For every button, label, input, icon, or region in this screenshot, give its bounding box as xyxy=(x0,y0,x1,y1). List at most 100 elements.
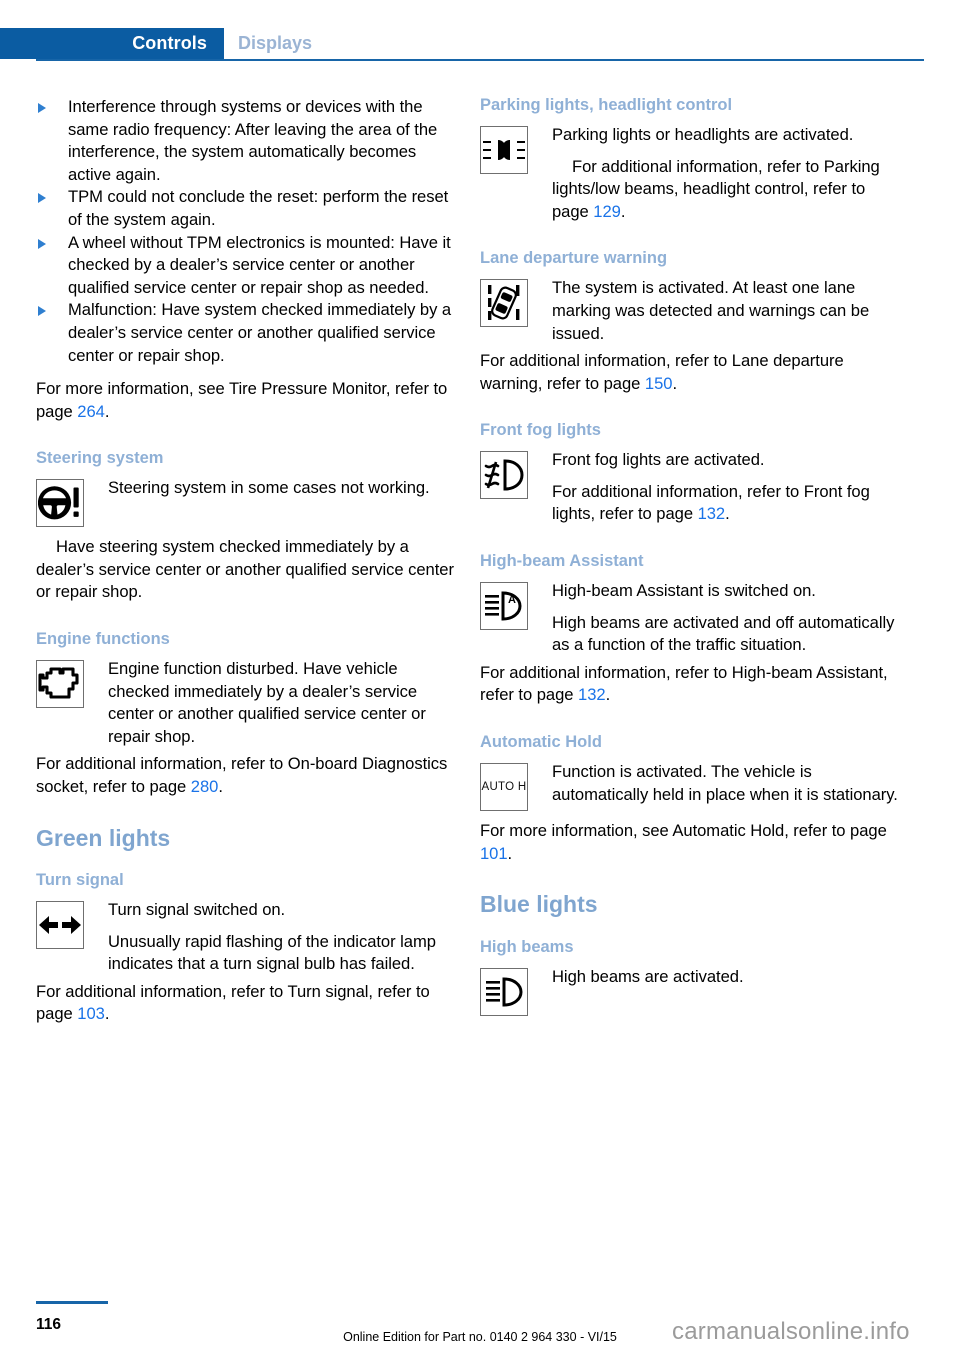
page-reference-link[interactable]: 280 xyxy=(191,777,219,796)
svg-text:A: A xyxy=(508,594,516,606)
auto-hold-icon: AUTO H xyxy=(480,762,528,811)
auto-hold-note-suffix: . xyxy=(507,843,513,863)
page-reference-link[interactable]: 132 xyxy=(578,685,606,704)
front-fog-lights-text: Front fog lights are activated. For addi… xyxy=(552,449,900,526)
page-reference-link[interactable]: 132 xyxy=(698,504,726,523)
auto-hold-note-prefix: For more information, see Automatic Hold… xyxy=(480,820,887,840)
lane-departure-text: The system is activated. At least one la… xyxy=(552,277,900,345)
steering-line-1: Steering system in some cases not workin… xyxy=(108,478,430,498)
page-header: Controls Displays xyxy=(0,28,960,61)
heading-blue-lights: Blue lights xyxy=(480,891,598,918)
list-item-text: TPM could not conclude the reset: perfor… xyxy=(68,187,449,229)
high-beam-icon xyxy=(480,967,528,1016)
parking-lights-block: Parking lights or headlights are activat… xyxy=(480,124,900,223)
turn-signal-block: Turn signal switched on. Unusually rapid… xyxy=(36,899,456,976)
front-fog-note-suffix: . xyxy=(725,504,730,524)
check-engine-icon xyxy=(36,660,84,709)
high-beam-assistant-line-1: High-beam Assistant is switched on. xyxy=(552,581,816,600)
lane-departure-block: The system is activated. At least one la… xyxy=(480,277,900,345)
engine-functions-block: Engine function disturbed. Have vehicle … xyxy=(36,658,456,748)
list-item-text: Interference through systems or devices … xyxy=(68,97,438,184)
page-reference-link[interactable]: 101 xyxy=(480,844,508,863)
triangle-bullet-icon xyxy=(38,306,46,317)
heading-high-beam-assistant: High-beam Assistant xyxy=(480,552,644,571)
front-fog-lights-block: Front fog lights are activated. For addi… xyxy=(480,449,900,526)
automatic-hold-line-1: Function is activated. The vehicle is au… xyxy=(552,761,898,804)
footer-divider xyxy=(36,1301,108,1304)
automatic-hold-reference-note: For more information, see Automatic Hold… xyxy=(480,820,900,865)
list-item: Interference through systems or devices … xyxy=(36,96,456,186)
high-beam-assistant-text: High-beam Assistant is switched on. High… xyxy=(552,580,900,657)
high-beam-assistant-line-2: High beams are activated and off automat… xyxy=(552,612,895,655)
engine-line-1: Engine function disturbed. Have vehicle … xyxy=(108,659,426,746)
high-beams-line-1: High beams are activated. xyxy=(552,966,744,986)
page-reference-link[interactable]: 103 xyxy=(77,1004,105,1023)
front-fog-light-icon xyxy=(480,451,528,500)
high-beam-assistant-icon: A xyxy=(480,582,528,630)
turn-signal-arrows-icon xyxy=(36,901,84,949)
parking-lights-icon xyxy=(480,125,528,174)
automatic-hold-text: Function is activated. The vehicle is au… xyxy=(552,761,900,806)
lane-departure-reference-note: For additional information, refer to Lan… xyxy=(480,350,900,395)
triangle-bullet-icon xyxy=(38,103,46,113)
heading-front-fog-lights: Front fog lights xyxy=(480,421,601,440)
page-reference-link[interactable]: 129 xyxy=(593,202,621,221)
list-item-text: Malfunction: Have system checked immedia… xyxy=(68,300,452,365)
hba-note-suffix: . xyxy=(605,685,611,705)
steering-wheel-warning-icon xyxy=(36,479,84,528)
steering-system-block: Steering system in some cases not workin… xyxy=(36,477,456,531)
front-fog-line-1: Front fog lights are activated. xyxy=(552,450,765,470)
list-item: TPM could not conclude the reset: perfor… xyxy=(36,186,456,231)
automatic-hold-block: AUTO H Function is activated. The vehicl… xyxy=(480,761,900,815)
turn-signal-line-1: Turn signal switched on. xyxy=(108,900,286,919)
tpm-reference-note: For more information, see Tire Pressure … xyxy=(36,378,456,423)
heading-high-beams: High beams xyxy=(480,937,574,956)
steering-line-2: Have steering system checked immediately… xyxy=(36,537,454,602)
tab-controls[interactable]: Controls xyxy=(0,28,224,59)
heading-parking-lights: Parking lights, headlight control xyxy=(480,96,733,114)
hba-note-prefix: For additional information, refer to Hig… xyxy=(480,662,888,705)
header-divider xyxy=(36,59,924,61)
turn-signal-text: Turn signal switched on. Unusually rapid… xyxy=(108,899,456,976)
heading-engine-functions: Engine functions xyxy=(36,630,170,649)
lane-departure-warning-icon xyxy=(480,279,528,328)
right-column: Parking lights, headlight control Parkin… xyxy=(480,96,900,1020)
site-watermark: carmanualsonline.info xyxy=(672,1318,910,1345)
lane-departure-line-1: The system is activated. At least one la… xyxy=(552,278,870,343)
heading-automatic-hold: Automatic Hold xyxy=(480,732,602,751)
parking-lights-note-suffix: . xyxy=(620,201,626,221)
parking-lights-line-2: For additional information, refer to Par… xyxy=(552,156,900,224)
page-reference-link[interactable]: 264 xyxy=(77,402,105,421)
engine-reference-note: For additional information, refer to On-… xyxy=(36,753,456,798)
list-item: A wheel without TPM electronics is mount… xyxy=(36,232,456,300)
steering-system-text: Steering system in some cases not workin… xyxy=(108,477,456,500)
heading-steering-system: Steering system xyxy=(36,449,164,468)
turn-signal-reference-note: For additional information, refer to Tur… xyxy=(36,981,456,1026)
high-beam-assistant-reference-note: For additional information, refer to Hig… xyxy=(480,662,900,707)
high-beam-assistant-block: A High-beam Assistant is switched on. Hi… xyxy=(480,580,900,657)
heading-green-lights: Green lights xyxy=(36,824,171,851)
high-beams-text: High beams are activated. xyxy=(552,966,900,989)
front-fog-line-2: For additional information, refer to Fro… xyxy=(552,481,900,526)
triangle-bullet-icon xyxy=(38,193,46,204)
parking-lights-text: Parking lights or headlights are activat… xyxy=(552,124,900,223)
engine-note-suffix: . xyxy=(218,777,223,796)
engine-note-prefix: For additional information, refer to On-… xyxy=(36,754,448,796)
heading-turn-signal: Turn signal xyxy=(36,871,124,890)
turn-signal-note-suffix: . xyxy=(104,1004,110,1024)
triangle-bullet-icon xyxy=(38,238,46,249)
lane-departure-note-suffix: . xyxy=(672,373,677,393)
list-item: Malfunction: Have system checked immedia… xyxy=(36,299,456,367)
heading-lane-departure-warning: Lane departure warning xyxy=(480,249,668,268)
tpm-note-suffix: . xyxy=(104,401,110,421)
list-item-text: A wheel without TPM electronics is mount… xyxy=(68,232,451,297)
engine-functions-text: Engine function disturbed. Have vehicle … xyxy=(108,658,456,748)
high-beams-block: High beams are activated. xyxy=(480,966,900,1020)
left-column: Interference through systems or devices … xyxy=(36,96,456,1037)
page-reference-link[interactable]: 150 xyxy=(645,374,673,393)
turn-signal-line-2: Unusually rapid flashing of the indicato… xyxy=(108,931,436,974)
tpm-bullet-list: Interference through systems or devices … xyxy=(36,96,456,367)
auto-hold-label: AUTO H xyxy=(481,780,527,793)
tab-displays[interactable]: Displays xyxy=(238,28,312,59)
parking-lights-line-1: Parking lights or headlights are activat… xyxy=(552,124,854,144)
